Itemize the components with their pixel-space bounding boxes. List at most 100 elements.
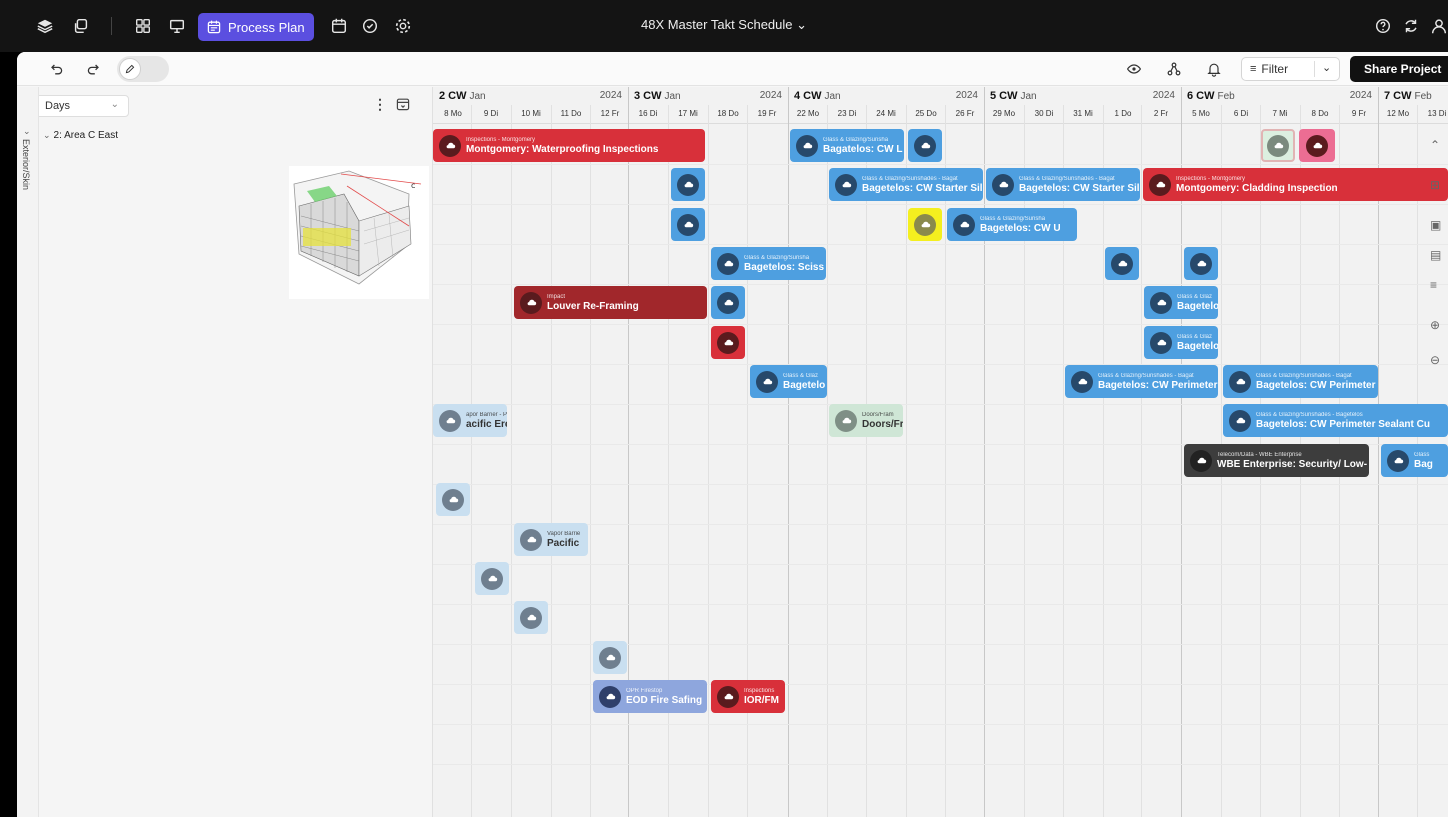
layers-icon[interactable] bbox=[32, 13, 58, 39]
undo-icon[interactable] bbox=[45, 57, 67, 81]
task-bar[interactable]: Doors/Fram Doors/Fr bbox=[829, 404, 903, 437]
sort-icon[interactable]: ≡ bbox=[1430, 278, 1437, 292]
task-bar[interactable]: Vapor Barrie Pacific bbox=[514, 523, 588, 556]
week-number: 2 CW bbox=[439, 90, 467, 102]
eye-icon[interactable] bbox=[1123, 57, 1145, 81]
task-bar[interactable] bbox=[514, 601, 548, 634]
task-bar[interactable]: Inspections IOR/FM bbox=[711, 680, 785, 713]
week-header-cell: 7 CW Feb bbox=[1378, 87, 1448, 105]
task-bar[interactable] bbox=[1261, 129, 1295, 162]
cloud-icon bbox=[1071, 370, 1093, 393]
task-bar[interactable]: Glass & Glazing/Sunshades - Bagat Bagetel… bbox=[986, 168, 1140, 201]
task-bar[interactable]: Inspections - Montgomery Montgomery: Clad… bbox=[1143, 168, 1448, 201]
cloud-icon bbox=[520, 291, 542, 314]
zoom-in-icon[interactable]: ⊕ bbox=[1430, 318, 1440, 332]
task-bar[interactable] bbox=[1105, 247, 1139, 280]
cloud-icon bbox=[835, 173, 857, 196]
grid-column-line bbox=[945, 105, 946, 817]
task-name: Bagetelos: CW Starter Sil bbox=[862, 182, 983, 194]
bell-icon[interactable] bbox=[1203, 57, 1225, 81]
tab-process-plan[interactable]: Process Plan bbox=[198, 13, 314, 41]
grid-row-line bbox=[433, 324, 1448, 325]
top-bar: Process Plan 48X Master Takt Schedule ⌄ bbox=[0, 0, 1448, 52]
cloud-icon bbox=[1229, 370, 1251, 393]
collapse-icon[interactable] bbox=[395, 96, 411, 112]
task-bar[interactable] bbox=[908, 208, 942, 241]
task-bar[interactable] bbox=[1184, 247, 1218, 280]
task-bar[interactable]: Glass & Glazing/Sunsha Bagetelos: CW U bbox=[947, 208, 1077, 241]
task-name: Bagetelos: CW Starter Sil bbox=[1019, 182, 1140, 194]
task-bar[interactable]: Glass & Glazing/Sunsha Bagatelos: CW L bbox=[790, 129, 904, 162]
task-bar[interactable]: OPR Firestop EOD Fire Safing bbox=[593, 680, 707, 713]
task-bar[interactable]: Glass & Glazing/Sunshades - Bagat Bagetel… bbox=[1065, 365, 1218, 398]
filter-button[interactable]: ≡ Filter ⌄ bbox=[1241, 57, 1340, 81]
sync-icon[interactable] bbox=[1398, 13, 1424, 39]
task-bar[interactable] bbox=[1299, 129, 1335, 162]
task-category: Glass & Glazing/Sunsha bbox=[744, 254, 810, 261]
task-bar[interactable]: Glass & Glaz Bagetelo bbox=[1144, 326, 1218, 359]
project-title-dropdown[interactable]: 48X Master Takt Schedule ⌄ bbox=[641, 17, 807, 32]
task-bar[interactable]: Inspections - Montgomery Montgomery: Wate… bbox=[433, 129, 705, 162]
task-name: Bagetelos: CW Perimeter bbox=[1098, 379, 1218, 391]
task-bar[interactable]: Telecom/Data - WBE Enterprise WBE Enterpr… bbox=[1184, 444, 1369, 477]
task-bar[interactable]: Glass & Glazing/Sunshades - Bagat Bagetel… bbox=[829, 168, 983, 201]
chevron-down-icon[interactable]: ⌄ bbox=[23, 126, 31, 137]
task-name: Louver Re-Framing bbox=[547, 300, 639, 312]
check-circle-icon[interactable] bbox=[357, 13, 383, 39]
task-bar[interactable]: Glass & Glazing/Sunshades - Bagetelos Bag… bbox=[1223, 404, 1448, 437]
cloud-icon bbox=[439, 134, 461, 157]
grid-column-line bbox=[471, 105, 472, 817]
calendar-small-icon[interactable]: ▤ bbox=[1430, 248, 1441, 262]
task-text: Glass & Glaz Bagetelo bbox=[1177, 334, 1218, 352]
grid-column-line bbox=[1141, 105, 1142, 817]
task-bar[interactable]: Glass & Glaz Bagetelo bbox=[750, 365, 827, 398]
task-text: Doors/Fram Doors/Fr bbox=[862, 412, 903, 430]
task-bar[interactable] bbox=[671, 208, 705, 241]
redo-icon[interactable] bbox=[83, 57, 105, 81]
day-header-cell: 25 Do bbox=[915, 109, 937, 118]
presentation-icon[interactable] bbox=[164, 13, 190, 39]
task-bar[interactable] bbox=[908, 129, 942, 162]
chevron-down-icon[interactable]: ⌄ bbox=[1322, 61, 1331, 74]
chevron-down-icon: ⌄ bbox=[792, 17, 808, 32]
task-bar[interactable] bbox=[475, 562, 509, 595]
task-bar[interactable] bbox=[671, 168, 705, 201]
copy-icon[interactable] bbox=[68, 13, 94, 39]
dashboard-icon[interactable] bbox=[130, 13, 156, 39]
building-model-thumbnail[interactable]: c bbox=[289, 166, 429, 299]
schedule-calendar-icon[interactable] bbox=[326, 13, 352, 39]
layout-icon[interactable]: ▣ bbox=[1430, 218, 1441, 232]
task-bar[interactable]: apor Barrier - Pacific Eacific Erectors: bbox=[433, 404, 507, 437]
day-header-cell: 19 Fr bbox=[757, 109, 777, 118]
cloud-icon bbox=[481, 567, 503, 590]
task-bar[interactable]: Glass & Glazing/Sunshades - Bagat Bagetel… bbox=[1223, 365, 1378, 398]
share-project-button[interactable]: Share Project bbox=[1350, 56, 1448, 82]
more-options-icon[interactable]: ⋮ bbox=[373, 96, 387, 113]
week-number: 6 CW bbox=[1187, 90, 1215, 102]
task-bar[interactable] bbox=[711, 326, 745, 359]
task-bar[interactable] bbox=[711, 286, 745, 319]
day-header-cell: 30 Di bbox=[1034, 109, 1054, 118]
help-icon[interactable] bbox=[1370, 13, 1396, 39]
user-icon[interactable] bbox=[1426, 13, 1448, 39]
zoom-out-icon[interactable]: ⊖ bbox=[1430, 353, 1440, 367]
task-bar[interactable] bbox=[593, 641, 627, 674]
task-bar[interactable] bbox=[436, 483, 470, 516]
day-header-cell: 12 Mo bbox=[1386, 109, 1410, 118]
hierarchy-icon[interactable] bbox=[1163, 57, 1185, 81]
area-row-header[interactable]: ⌄ 2: Area C East bbox=[43, 130, 118, 141]
cloud-icon bbox=[1306, 134, 1328, 157]
chevron-up-icon[interactable]: ⌃ bbox=[1430, 138, 1440, 152]
week-number: 3 CW bbox=[634, 90, 662, 102]
task-bar[interactable]: Impact Louver Re-Framing bbox=[514, 286, 707, 319]
task-bar[interactable]: Glass & Glazing/Sunsha Bagetelos: Sciss bbox=[711, 247, 826, 280]
grid-row-line bbox=[433, 724, 1448, 725]
task-text: Glass & Glazing/Sunshades - Bagat Bagetel… bbox=[862, 176, 983, 194]
view-range-select[interactable]: Days ⌄ bbox=[34, 95, 129, 117]
settings-gear-icon[interactable] bbox=[390, 13, 416, 39]
fit-icon[interactable]: ⊞ bbox=[1430, 178, 1440, 192]
task-text: Vapor Barrie Pacific bbox=[547, 531, 580, 549]
cloud-icon bbox=[1150, 331, 1172, 354]
task-bar[interactable]: Glass & Glaz Bagetelo bbox=[1144, 286, 1218, 319]
cloud-icon bbox=[1190, 252, 1212, 275]
